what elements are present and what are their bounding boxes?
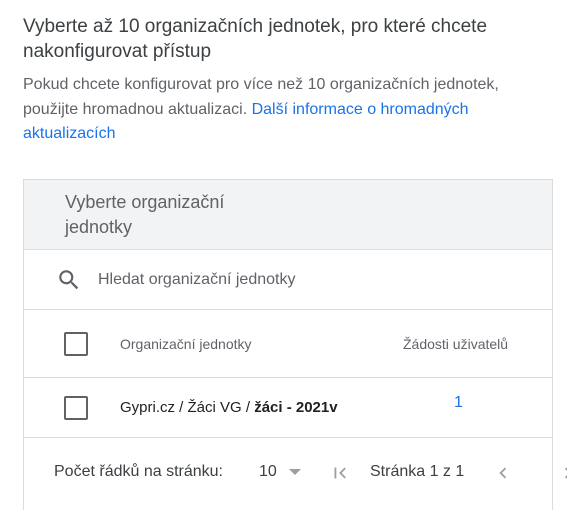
search-input[interactable] bbox=[98, 264, 458, 295]
page-indicator: Stránka 1 z 1 bbox=[370, 463, 465, 480]
select-all-checkbox[interactable] bbox=[64, 331, 88, 356]
column-header-user-requests[interactable]: Žádosti uživatelů bbox=[403, 336, 508, 352]
org-unit-path-prefix: Gypri.cz / Žáci VG / bbox=[120, 399, 255, 416]
org-unit-panel: Vyberte organizační jednotky Organizační… bbox=[23, 179, 567, 510]
section-description: Pokud chcete konfigurovat pro více než 1… bbox=[23, 73, 553, 147]
table-header: Organizační jednotky Žádosti uživatelů bbox=[24, 310, 552, 378]
first-page-icon[interactable] bbox=[329, 462, 351, 484]
pagination-bar: Počet řádků na stránku: 10 Stránka 1 z 1 bbox=[24, 438, 567, 510]
chevron-down-icon bbox=[288, 469, 301, 475]
table-row[interactable]: Gypri.cz / Žáci VG / žáci - 2021v 1 bbox=[24, 378, 552, 438]
dialog-content: Vyberte až 10 organizačních jednotek, pr… bbox=[0, 0, 567, 510]
org-unit-name: žáci - 2021v bbox=[254, 399, 338, 416]
rows-per-page-label: Počet řádků na stránku: bbox=[54, 463, 223, 480]
column-header-org-units[interactable]: Organizační jednotky bbox=[120, 336, 252, 352]
section-heading: Vyberte až 10 organizačních jednotek, pr… bbox=[23, 16, 488, 62]
row-checkbox[interactable] bbox=[64, 395, 88, 420]
rows-per-page-select[interactable]: 10 bbox=[259, 463, 301, 481]
rows-per-page-value: 10 bbox=[259, 463, 277, 480]
panel-title: Vyberte organizační jednotky bbox=[65, 192, 225, 237]
panel-header: Vyberte organizační jednotky bbox=[24, 180, 552, 250]
search-bar bbox=[24, 250, 552, 310]
user-requests-count[interactable]: 1 bbox=[454, 394, 463, 412]
chevron-right-icon[interactable] bbox=[557, 462, 567, 484]
chevron-left-icon[interactable] bbox=[492, 462, 514, 484]
search-icon[interactable] bbox=[56, 267, 82, 293]
org-unit-path: Gypri.cz / Žáci VG / žáci - 2021v bbox=[120, 399, 338, 416]
